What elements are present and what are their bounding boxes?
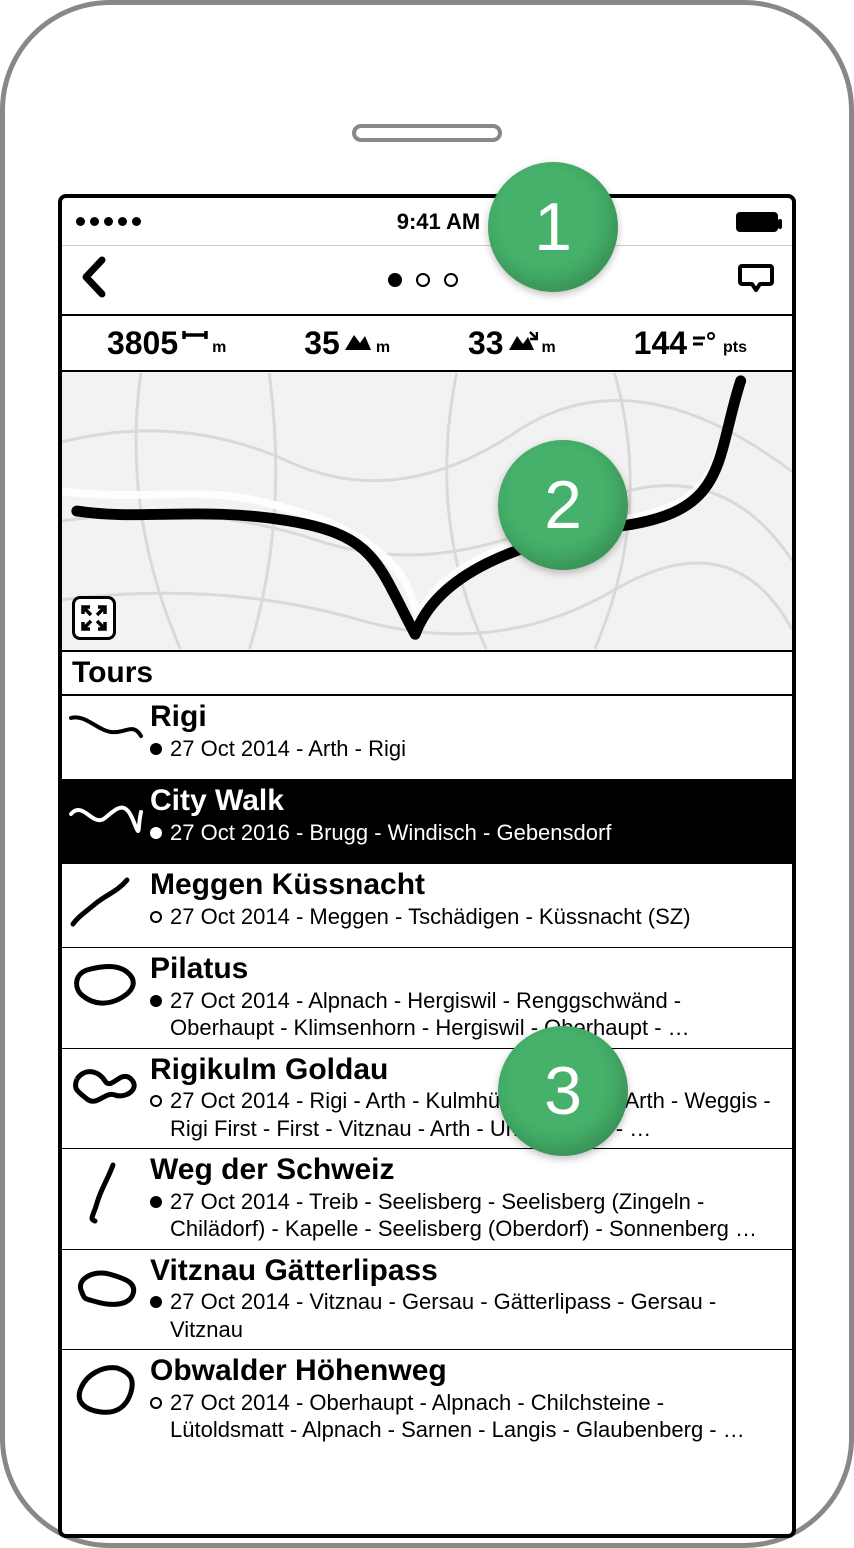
incomplete-dot-icon xyxy=(150,911,162,923)
annotation-badge-2: 2 xyxy=(498,440,628,570)
stat-points: 144 pts xyxy=(634,327,747,359)
signal-dots xyxy=(76,217,141,226)
incomplete-dot-icon xyxy=(150,1095,162,1107)
tour-title: Weg der Schweiz xyxy=(150,1153,782,1188)
ascent-icon xyxy=(344,330,372,357)
comment-button[interactable] xyxy=(738,260,774,301)
expand-map-button[interactable] xyxy=(72,596,116,640)
tour-thumbnail xyxy=(62,952,150,1020)
annotation-badge-1: 1 xyxy=(488,162,618,292)
tour-thumbnail xyxy=(62,1254,150,1322)
tour-title: City Walk xyxy=(150,784,782,819)
tour-title: Rigikulm Goldau xyxy=(150,1053,782,1088)
stats-bar: 3805 m 35 m 33 m 144 pts xyxy=(62,316,792,372)
expand-icon xyxy=(80,604,108,632)
tour-row[interactable]: Meggen Küssnacht 27 Oct 2014 - Meggen - … xyxy=(62,864,792,948)
tour-row[interactable]: Vitznau Gätterlipass 27 Oct 2014 - Vitzn… xyxy=(62,1250,792,1351)
points-icon xyxy=(691,330,719,357)
tour-list[interactable]: Rigi 27 Oct 2014 - Arth - Rigi City Walk… xyxy=(62,696,792,1450)
page-dot-3 xyxy=(444,273,458,287)
stat-descent: 33 m xyxy=(468,327,556,359)
tour-meta: 27 Oct 2014 - Meggen - Tschädigen - Küss… xyxy=(150,903,782,931)
tour-thumbnail xyxy=(62,1053,150,1121)
map-preview[interactable] xyxy=(62,372,792,652)
tour-row[interactable]: Weg der Schweiz 27 Oct 2014 - Treib - Se… xyxy=(62,1149,792,1250)
tour-title: Rigi xyxy=(150,700,782,735)
distance-icon xyxy=(182,328,208,357)
completed-dot-icon xyxy=(150,1196,162,1208)
tour-thumbnail xyxy=(62,1354,150,1428)
incomplete-dot-icon xyxy=(150,1397,162,1409)
completed-dot-icon xyxy=(150,995,162,1007)
stat-ascent: 35 m xyxy=(304,327,390,359)
tour-meta: 27 Oct 2014 - Arth - Rigi xyxy=(150,735,782,763)
tour-row[interactable]: Obwalder Höhenweg 27 Oct 2014 - Oberhaup… xyxy=(62,1350,792,1450)
tour-thumbnail xyxy=(62,868,150,936)
tour-title: Obwalder Höhenweg xyxy=(150,1354,782,1389)
tour-row[interactable]: Pilatus 27 Oct 2014 - Alpnach - Hergiswi… xyxy=(62,948,792,1049)
tour-row[interactable]: Rigikulm Goldau 27 Oct 2014 - Rigi - Art… xyxy=(62,1049,792,1150)
completed-dot-icon xyxy=(150,827,162,839)
tour-title: Vitznau Gätterlipass xyxy=(150,1254,782,1289)
tour-meta: 27 Oct 2014 - Oberhaupt - Alpnach - Chil… xyxy=(150,1389,782,1444)
tour-thumbnail xyxy=(62,700,150,754)
tour-meta: 27 Oct 2014 - Rigi - Arth - Kulmhütte - … xyxy=(150,1087,782,1142)
tour-meta: 27 Oct 2014 - Alpnach - Hergiswil - Reng… xyxy=(150,987,782,1042)
tour-thumbnail xyxy=(62,784,150,844)
tour-meta: 27 Oct 2016 - Brugg - Windisch - Gebensd… xyxy=(150,819,782,847)
tour-title: Pilatus xyxy=(150,952,782,987)
status-time: 9:41 AM xyxy=(397,209,481,235)
app-screen: 9:41 AM 3805 m 35 m xyxy=(58,194,796,1538)
tour-meta: 27 Oct 2014 - Treib - Seelisberg - Seeli… xyxy=(150,1188,782,1243)
page-dot-2 xyxy=(416,273,430,287)
back-button[interactable] xyxy=(80,256,108,305)
descent-icon xyxy=(508,330,538,357)
status-bar: 9:41 AM xyxy=(62,198,792,246)
tour-thumbnail xyxy=(62,1153,150,1231)
battery-icon xyxy=(736,212,778,232)
tour-meta: 27 Oct 2014 - Vitznau - Gersau - Gätterl… xyxy=(150,1288,782,1343)
stat-distance: 3805 m xyxy=(107,327,226,359)
nav-bar xyxy=(62,246,792,316)
map-image xyxy=(62,372,792,650)
page-indicator xyxy=(388,273,458,287)
section-header-tours: Tours xyxy=(62,652,792,696)
page-dot-1 xyxy=(388,273,402,287)
annotation-badge-3: 3 xyxy=(498,1026,628,1156)
tour-row-selected[interactable]: City Walk 27 Oct 2016 - Brugg - Windisch… xyxy=(62,780,792,864)
completed-dot-icon xyxy=(150,1296,162,1308)
phone-speaker xyxy=(352,124,502,142)
tour-title: Meggen Küssnacht xyxy=(150,868,782,903)
tour-row[interactable]: Rigi 27 Oct 2014 - Arth - Rigi xyxy=(62,696,792,780)
completed-dot-icon xyxy=(150,743,162,755)
